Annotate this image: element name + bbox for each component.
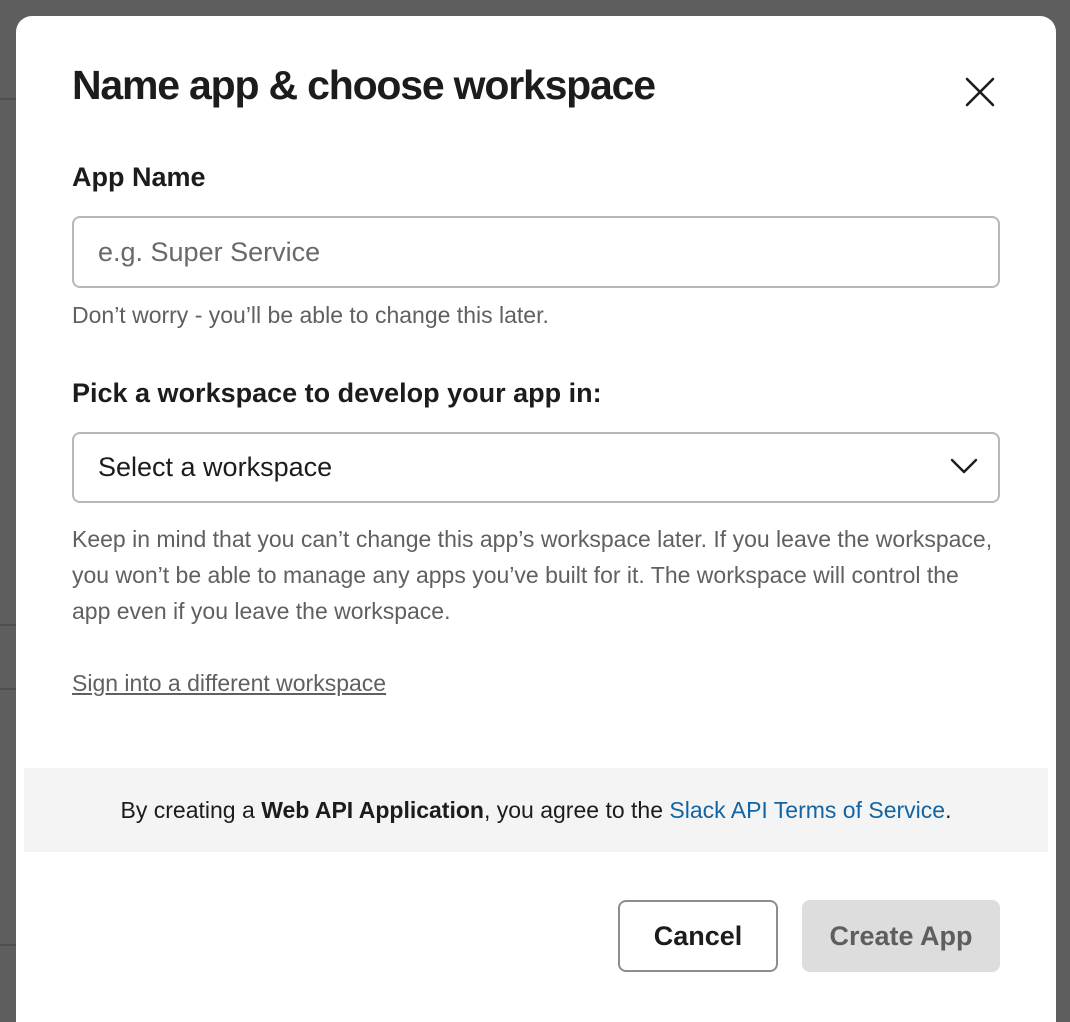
terms-banner: By creating a Web API Application, you a… <box>24 768 1048 852</box>
chevron-down-icon <box>950 458 978 474</box>
terms-suffix: . <box>945 796 952 823</box>
close-button[interactable] <box>960 72 1000 112</box>
app-name-label: App Name <box>72 162 206 192</box>
workspace-label: Pick a workspace to develop your app in: <box>72 378 602 408</box>
create-app-button[interactable]: Create App <box>802 900 1000 972</box>
dialog-title: Name app & choose workspace <box>72 62 656 108</box>
close-icon <box>965 77 995 107</box>
create-app-dialog: Name app & choose workspace App Name Don… <box>16 16 1056 1022</box>
workspace-select-value: Select a workspace <box>98 452 333 482</box>
app-name-input[interactable] <box>72 216 1000 288</box>
terms-prefix: By creating a <box>120 796 262 823</box>
workspace-select[interactable]: Select a workspace <box>72 432 1000 503</box>
app-name-hint: Don’t worry - you’ll be able to change t… <box>72 302 549 328</box>
cancel-button[interactable]: Cancel <box>618 900 778 972</box>
sign-into-different-workspace-link[interactable]: Sign into a different workspace <box>72 670 386 697</box>
terms-app-type: Web API Application <box>261 796 484 823</box>
terms-of-service-link[interactable]: Slack API Terms of Service <box>669 797 945 824</box>
workspace-note: Keep in mind that you can’t change this … <box>72 526 993 624</box>
terms-middle: , you agree to the <box>483 796 670 823</box>
